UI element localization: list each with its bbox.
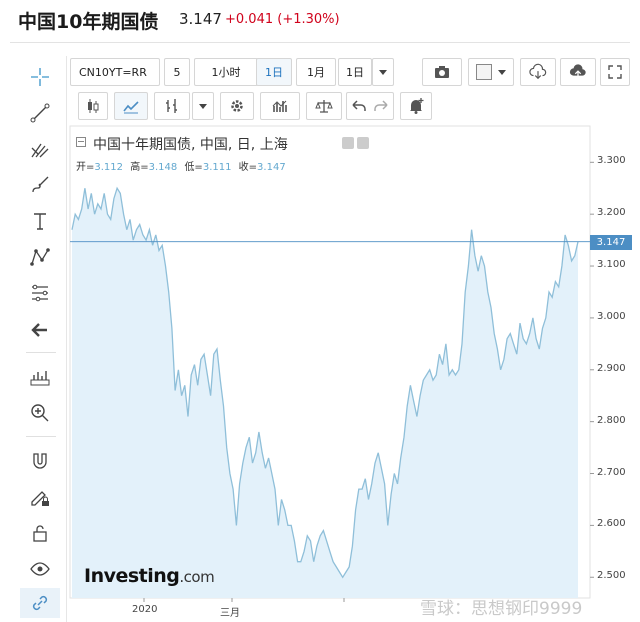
- y-tick-label: 2.700: [597, 466, 626, 478]
- high-label: 高=: [130, 162, 149, 173]
- y-tick-label: 3.100: [597, 259, 626, 271]
- brand-suffix: .com: [179, 568, 215, 586]
- y-tick-label: 2.800: [597, 414, 626, 426]
- y-tick-label: 3.000: [597, 310, 626, 322]
- y-tick-label: 3.300: [597, 155, 626, 167]
- y-tick-label: 2.600: [597, 518, 626, 530]
- investing-logo: Investing.com: [84, 565, 215, 587]
- low-value: 3.111: [202, 162, 232, 173]
- brand-name: Investing: [84, 565, 180, 587]
- ohlc-readout: 开=3.112 高=3.148 低=3.111 收=3.147: [76, 158, 290, 173]
- x-tick-label: 2020: [132, 604, 158, 615]
- price-chart[interactable]: [0, 0, 640, 622]
- close-label: 收=: [238, 162, 258, 173]
- close-value: 3.147: [257, 162, 286, 173]
- y-tick-label: 2.900: [597, 362, 626, 374]
- x-tick-label: 三月: [220, 608, 240, 619]
- x-axis: [143, 598, 345, 602]
- legend-title: 中国十年期国债, 中国, 日, 上海: [93, 137, 288, 153]
- open-value: 3.112: [94, 162, 124, 173]
- open-label: 开=: [76, 162, 95, 173]
- high-value: 3.148: [148, 162, 178, 173]
- legend-close-icon[interactable]: [357, 137, 369, 149]
- last-price-tag: 3.147: [590, 234, 632, 250]
- y-tick-label: 2.500: [597, 570, 626, 582]
- legend-settings-icon[interactable]: [342, 137, 354, 149]
- y-axis: [590, 161, 594, 578]
- low-label: 低=: [184, 162, 203, 173]
- watermark: 雪球：思想钢印9999: [420, 599, 583, 619]
- collapse-legend-icon[interactable]: [76, 137, 86, 147]
- y-tick-label: 3.200: [597, 207, 626, 219]
